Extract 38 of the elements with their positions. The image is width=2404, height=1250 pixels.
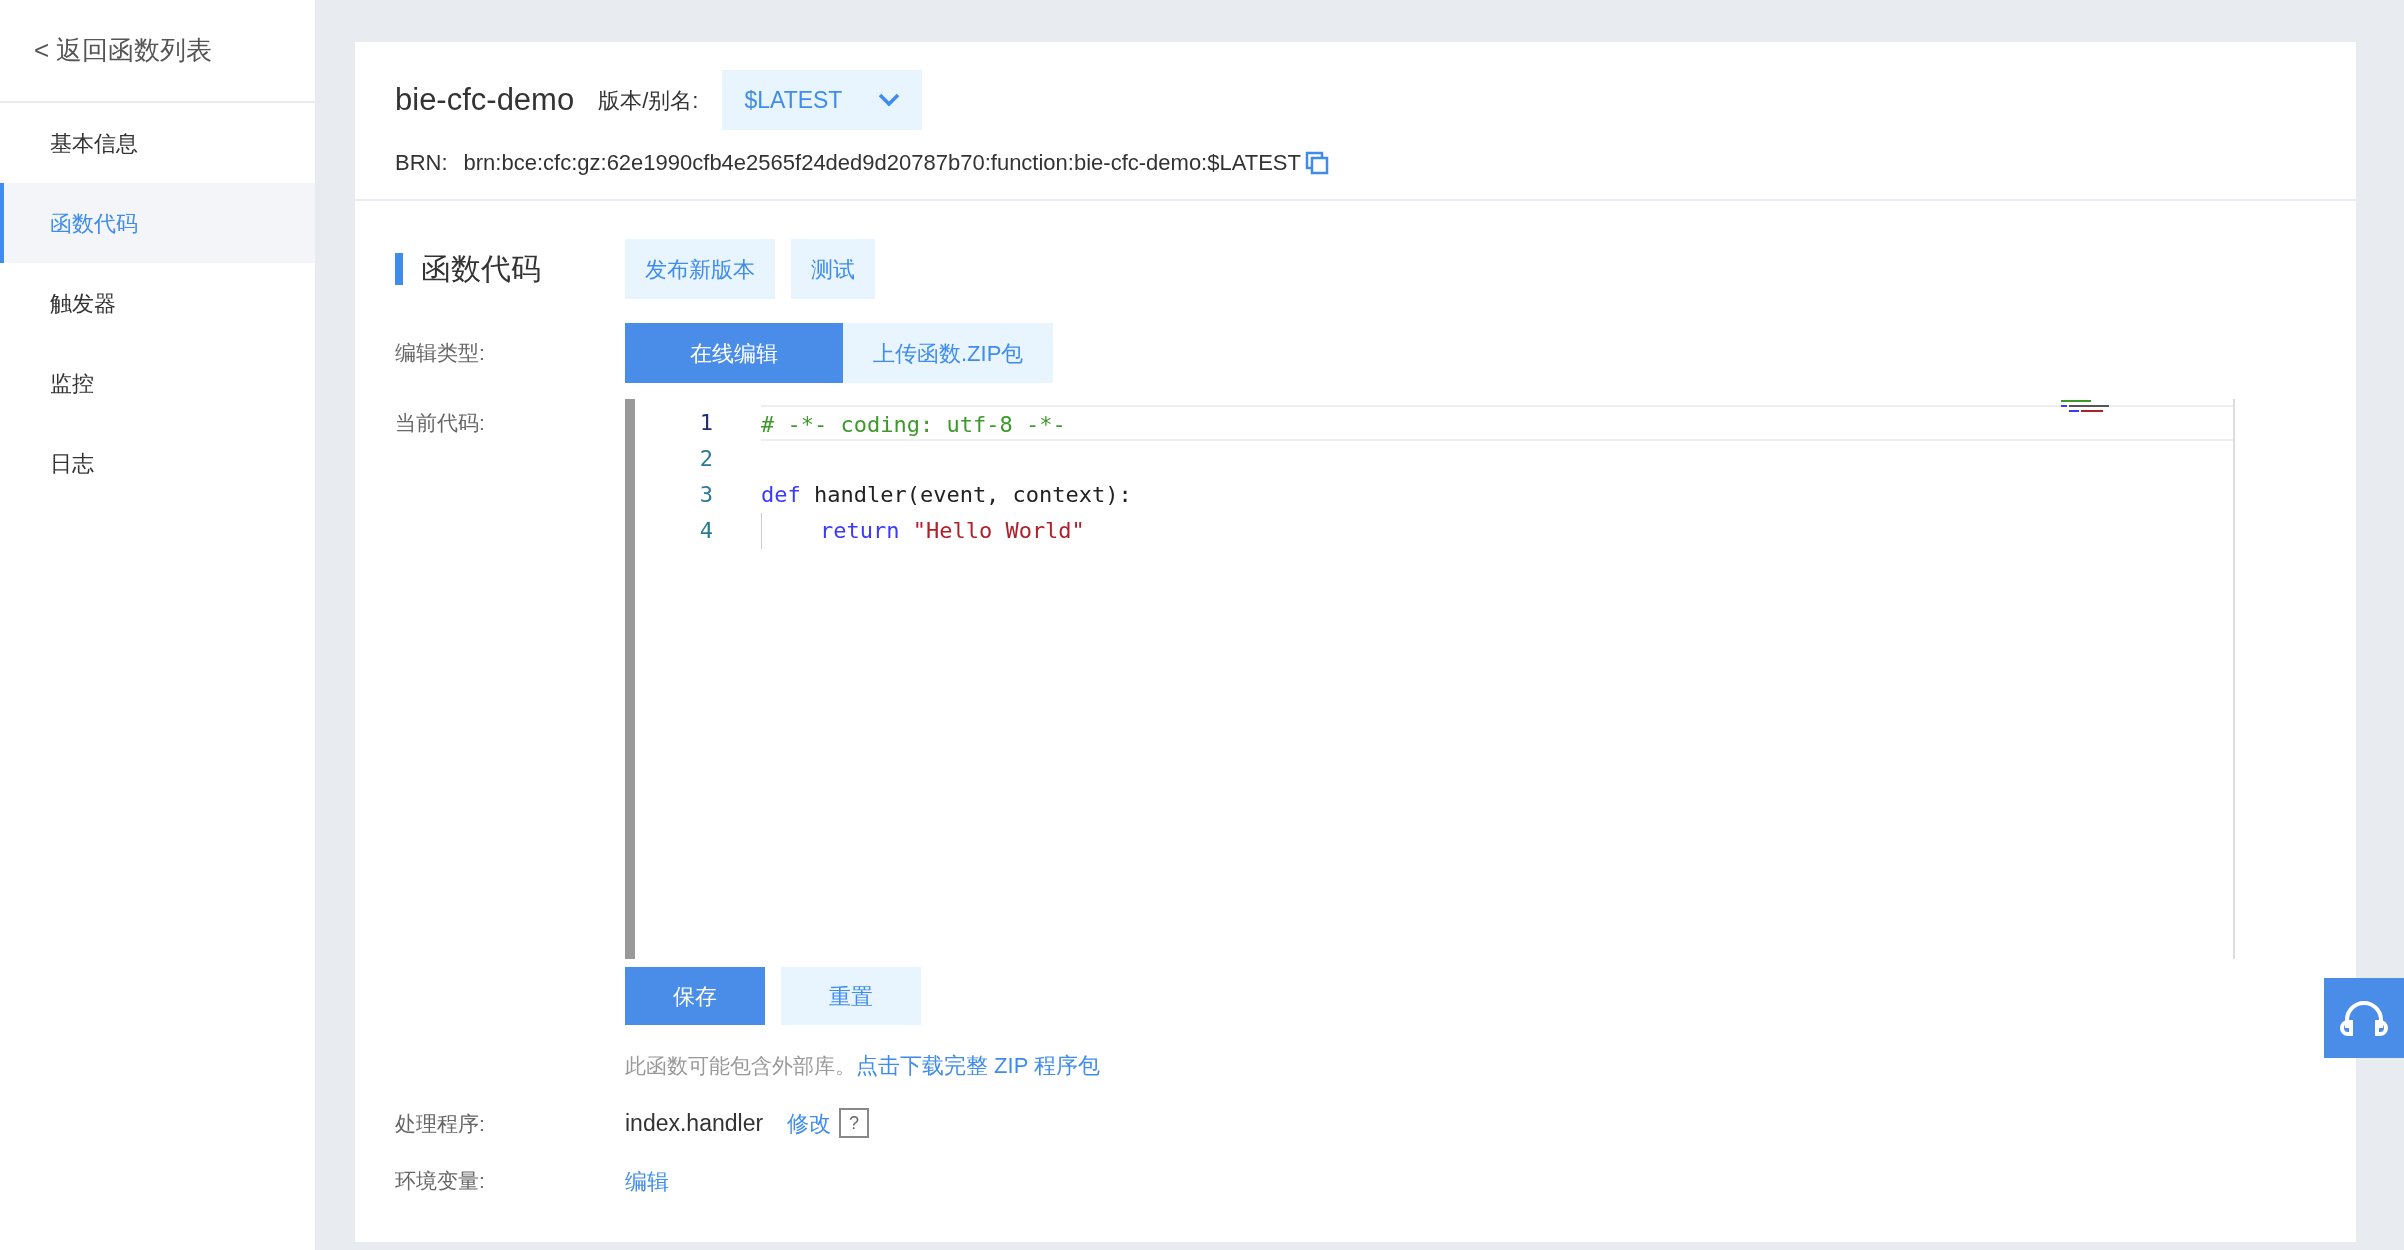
- field-label: 处理程序:: [395, 1110, 486, 1137]
- brn-value: brn:bce:cfc:gz:62e1990cfb4e2565f24ded9d20787b70:function:bie-cfc-demo:$LATEST: [463, 149, 1301, 177]
- headphones-icon: [2339, 998, 2389, 1038]
- edit-type-tab[interactable]: 在线编辑: [625, 323, 843, 383]
- field-label: 编辑类型:: [395, 340, 486, 367]
- sidebar-item[interactable]: 日志: [0, 423, 315, 503]
- save-button[interactable]: 保存: [625, 967, 765, 1025]
- sidebar-item[interactable]: 基本信息: [0, 103, 315, 183]
- download-note: 此函数可能包含外部库。点击下载完整 ZIP 程序包: [625, 1052, 1102, 1080]
- handler-value: index.handler: [625, 1109, 764, 1138]
- sidebar-item[interactable]: 触发器: [0, 263, 315, 343]
- edit-link[interactable]: 修改: [787, 1106, 832, 1140]
- sidebar-item[interactable]: 函数代码: [0, 183, 315, 263]
- code-line: return "Hello World": [761, 513, 2233, 549]
- line-number: 2: [698, 445, 713, 473]
- action-button[interactable]: 发布新版本: [625, 239, 775, 299]
- brn-label: BRN:: [395, 149, 448, 177]
- sidebar-item[interactable]: 监控: [0, 343, 315, 423]
- line-number: 3: [698, 481, 713, 509]
- help-icon[interactable]: ?: [839, 1108, 870, 1139]
- action-button[interactable]: 测试: [791, 239, 875, 299]
- support-headphones-button[interactable]: [2324, 978, 2404, 1058]
- version-label: 版本/别名:: [598, 86, 699, 115]
- code-editor[interactable]: 1 2 3 4 # -*- coding: utf-8 -*- def handler(event, context): return "Hello World": [625, 399, 2235, 959]
- copy-icon[interactable]: [1304, 150, 1329, 175]
- download-link[interactable]: 点击下载完整 ZIP 程序包: [856, 1053, 1101, 1078]
- line-number: 4: [698, 517, 713, 545]
- back-link[interactable]: < 返回函数列表: [0, 0, 315, 103]
- code-line: def handler(event, context):: [761, 481, 1133, 509]
- field-label: 当前代码:: [395, 410, 486, 436]
- edit-link[interactable]: 编辑: [625, 1164, 669, 1198]
- function-name: bie-cfc-demo: [395, 80, 575, 119]
- line-number: 1: [698, 409, 713, 437]
- edit-type-tab[interactable]: 上传函数.ZIP包: [843, 323, 1054, 383]
- reset-button[interactable]: 重置: [781, 967, 921, 1025]
- version-dropdown[interactable]: $LATEST: [722, 70, 923, 130]
- field-label: 环境变量:: [395, 1168, 486, 1195]
- chevron-down-icon: [878, 93, 901, 107]
